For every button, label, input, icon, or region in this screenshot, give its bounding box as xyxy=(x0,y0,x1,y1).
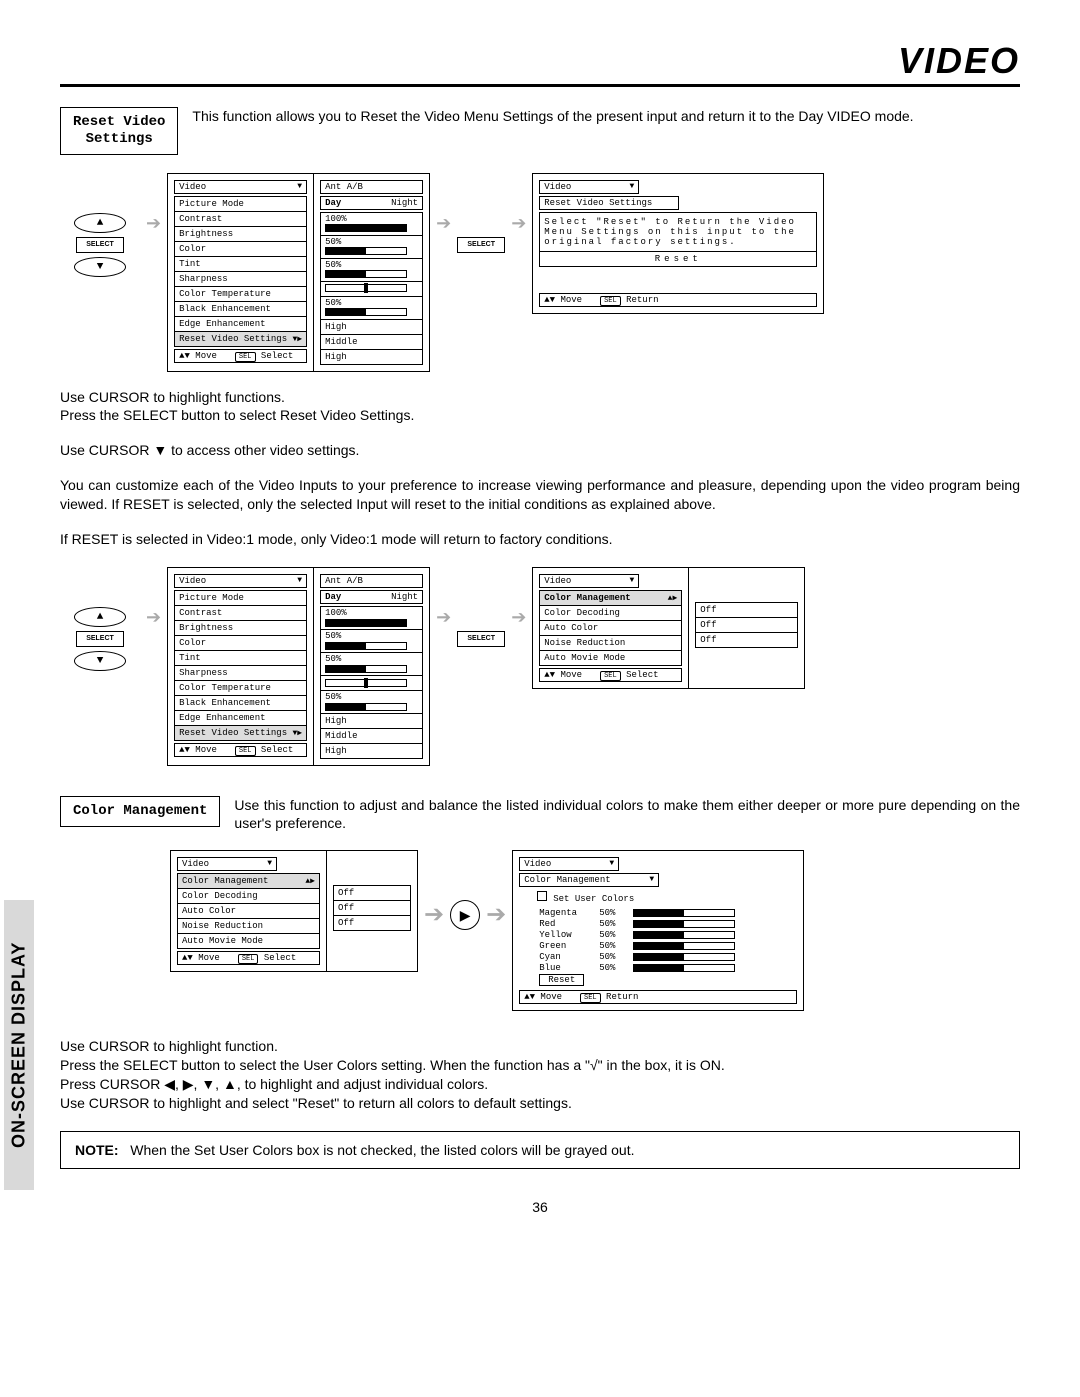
arrow-icon: ➔ xyxy=(436,213,451,234)
video-menu-panel-2: Video▼ Picture Mode Contrast Brightness … xyxy=(167,567,314,766)
cursor-up-icon: ▲ xyxy=(74,607,126,627)
body-text: Use CURSOR to highlight functions. Press… xyxy=(60,388,1020,426)
arrow-icon: ➔ xyxy=(436,607,451,628)
page-title: VIDEO xyxy=(60,40,1020,87)
reset-confirm-panel: Video▼ Reset Video Settings Select "Rese… xyxy=(532,173,824,314)
table-row: Sharpness xyxy=(175,271,307,286)
color-mgmt-panel-2: Video▼ Color Management▲▶ Color Decoding… xyxy=(170,850,327,972)
table-row: Color xyxy=(175,241,307,256)
color-mgmt-values: Off Off Off xyxy=(689,567,805,689)
table-row: Color Temperature xyxy=(175,286,307,301)
body-text: You can customize each of the Video Inpu… xyxy=(60,476,1020,514)
video-values-panel: Ant A/B DayNight 100% 50% 50% 50% High M… xyxy=(314,173,430,372)
table-row: Reset Video Settings▼▶ xyxy=(175,331,307,346)
select-button: SELECT xyxy=(457,631,505,647)
arrow-icon: ➔ xyxy=(424,900,444,929)
body-text: If RESET is selected in Video:1 mode, on… xyxy=(60,530,1020,549)
cursor-down-icon: ▼ xyxy=(74,257,126,277)
color-mgmt-desc: Use this function to adjust and balance … xyxy=(234,796,1020,832)
body-text: Use CURSOR to highlight function. Press … xyxy=(60,1037,1020,1113)
video-values-panel-2: Ant A/B DayNight 100% 50% 50% 50% High M… xyxy=(314,567,430,766)
remote-control: ▲ SELECT ▼ xyxy=(60,213,140,277)
osd-footer: ▲▼ MoveSEL Select xyxy=(174,349,307,363)
cursor-down-icon: ▼ xyxy=(74,651,126,671)
reset-video-label: Reset Video Settings xyxy=(60,107,178,155)
table-row: Edge Enhancement xyxy=(175,316,307,331)
user-colors-panel: Video▼ Color Management▼ Set User Colors… xyxy=(512,850,804,1011)
arrow-icon: ➔ xyxy=(486,900,506,929)
color-mgmt-values-2: Off Off Off xyxy=(327,850,418,972)
note-box: NOTE: When the Set User Colors box is no… xyxy=(60,1131,1020,1169)
osd-header: Video▼ xyxy=(174,180,307,194)
sidebar-label: ON-SCREEN DISPLAY xyxy=(4,900,34,1190)
table-row: Tint xyxy=(175,256,307,271)
table-row: Contrast xyxy=(175,211,307,226)
select-button: SELECT xyxy=(76,631,124,647)
page-number: 36 xyxy=(60,1199,1020,1215)
table-row: Black Enhancement xyxy=(175,301,307,316)
reset-colors-button[interactable]: Reset xyxy=(539,974,584,986)
cursor-up-icon: ▲ xyxy=(74,213,126,233)
select-button: SELECT xyxy=(76,237,124,253)
arrow-icon: ➔ xyxy=(511,213,526,234)
video-menu-panel: Video▼ Picture Mode Contrast Brightness … xyxy=(167,173,314,372)
color-mgmt-panel: Video▼ Color Management▲▶ Color Decoding… xyxy=(532,567,689,689)
cursor-right-icon: ▶ xyxy=(450,900,480,930)
color-mgmt-label: Color Management xyxy=(60,796,220,827)
body-text: Use CURSOR ▼ to access other video setti… xyxy=(60,441,1020,460)
reset-button[interactable]: Reset xyxy=(540,251,817,266)
arrow-icon: ➔ xyxy=(511,607,526,628)
set-user-colors-checkbox[interactable] xyxy=(537,891,547,901)
select-button: SELECT xyxy=(457,237,505,253)
remote-control: ▲ SELECT ▼ xyxy=(60,607,140,671)
arrow-icon: ➔ xyxy=(146,607,161,628)
reset-video-desc: This function allows you to Reset the Vi… xyxy=(192,107,913,125)
table-row: Picture Mode xyxy=(175,196,307,211)
table-row: Brightness xyxy=(175,226,307,241)
arrow-icon: ➔ xyxy=(146,213,161,234)
